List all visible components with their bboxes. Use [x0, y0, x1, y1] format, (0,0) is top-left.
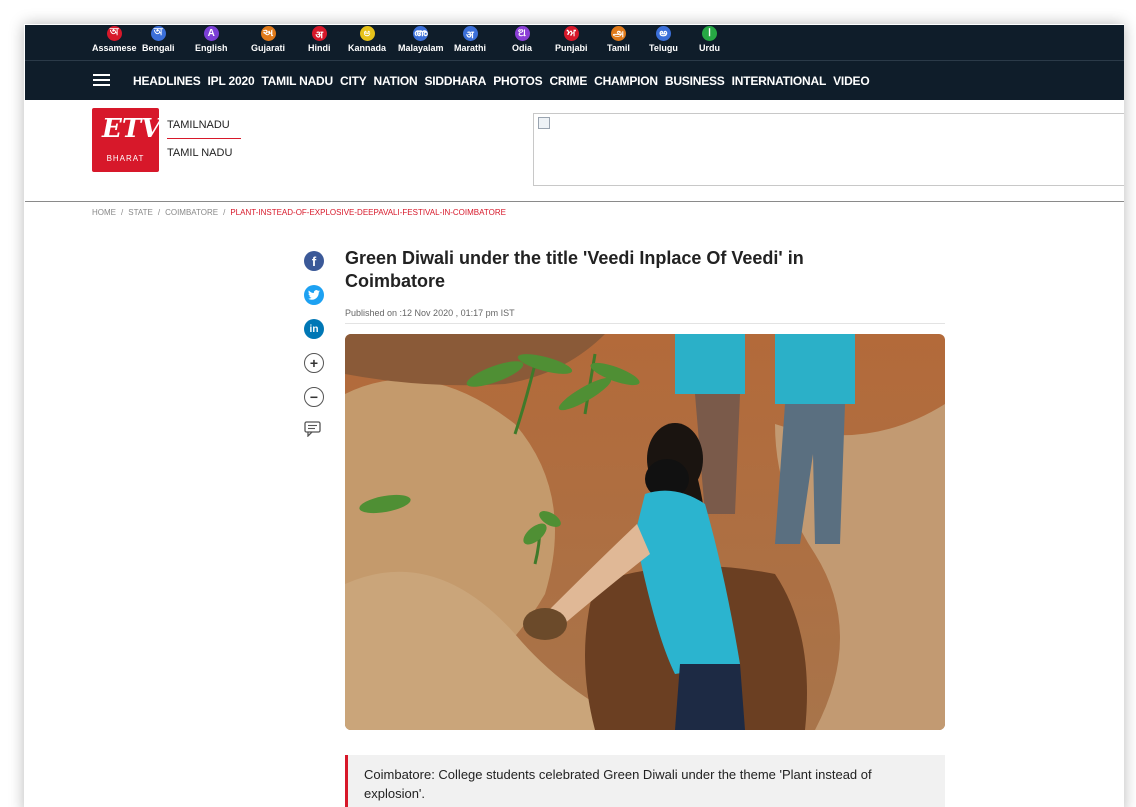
breadcrumb-coimbatore[interactable]: COIMBATORE: [165, 208, 218, 217]
language-glyph-icon: અ: [260, 26, 276, 41]
language-urdu[interactable]: ا Urdu: [699, 25, 720, 60]
language-marathi[interactable]: अ Marathi: [454, 25, 486, 60]
language-label: Telugu: [649, 43, 678, 53]
language-telugu[interactable]: అ Telugu: [649, 25, 678, 60]
nav-items: HEADLINES IPL 2020 TAMIL NADU CITY NATION SID…: [133, 61, 876, 101]
zoom-in-icon[interactable]: +: [304, 353, 324, 373]
language-tamil[interactable]: அ Tamil: [607, 25, 630, 60]
logo-subtext: BHARAT: [106, 154, 145, 163]
language-label: Gujarati: [251, 43, 286, 53]
language-kannada[interactable]: ಅ Kannada: [348, 25, 386, 60]
language-glyph-icon: அ: [610, 26, 626, 41]
nav-item-photos[interactable]: PHOTOS: [493, 74, 542, 88]
etv-bharat-logo[interactable]: ETV BHARAT: [92, 108, 162, 172]
language-label: Urdu: [699, 43, 720, 53]
nav-item-video[interactable]: VIDEO: [833, 74, 870, 88]
state-divider: [167, 138, 241, 139]
language-label: Assamese: [92, 43, 137, 53]
language-label: Hindi: [308, 43, 331, 53]
language-glyph-icon: అ: [655, 26, 671, 41]
breadcrumb-home[interactable]: HOME: [92, 208, 116, 217]
twitter-icon[interactable]: [304, 285, 324, 305]
language-glyph-icon: ଅ: [514, 26, 530, 41]
article-title: Green Diwali under the title 'Veedi Inpl…: [345, 248, 804, 291]
broken-image-icon: [538, 117, 550, 129]
nav-item-headlines[interactable]: HEADLINES: [133, 74, 201, 88]
nav-item-international[interactable]: INTERNATIONAL: [732, 74, 827, 88]
language-label: Punjabi: [555, 43, 588, 53]
language-label: Bengali: [142, 43, 175, 53]
breadcrumb: HOME / STATE / COIMBATORE / PLANT-INSTEAD-OF-E…: [92, 208, 506, 217]
facebook-icon[interactable]: f: [304, 251, 324, 271]
main-nav: HEADLINES IPL 2020 TAMIL NADU CITY NATION SID…: [25, 60, 1124, 100]
breadcrumb-current: PLANT-INSTEAD-OF-EXPLOSIVE-DEEPAVALI-FES…: [230, 208, 506, 217]
language-glyph-icon: ਅ: [563, 26, 579, 41]
browser-page: অ Assamese অ Bengali A English અ Gujarati अ Hindi…: [24, 24, 1124, 807]
language-bar: অ Assamese অ Bengali A English અ Gujarati अ Hindi…: [25, 25, 1124, 60]
article-photo-illustration: [345, 334, 945, 730]
language-glyph-icon: अ: [311, 26, 327, 41]
state-name[interactable]: TAMIL NADU: [167, 147, 232, 159]
nav-item-siddhara[interactable]: SIDDHARA: [424, 74, 486, 88]
nav-item-crime[interactable]: CRIME: [549, 74, 587, 88]
language-glyph-icon: অ: [150, 26, 166, 41]
language-english[interactable]: A English: [195, 25, 228, 60]
nav-item-ipl-2020[interactable]: IPL 2020: [208, 74, 255, 88]
language-label: Tamil: [607, 43, 630, 53]
comment-icon[interactable]: [304, 421, 322, 438]
language-malayalam[interactable]: അ Malayalam: [398, 25, 444, 60]
language-glyph-icon: ا: [702, 26, 717, 41]
language-odia[interactable]: ଅ Odia: [512, 25, 532, 60]
language-label: Marathi: [454, 43, 487, 53]
nav-item-business[interactable]: BUSINESS: [665, 74, 725, 88]
language-assamese[interactable]: অ Assamese: [92, 25, 137, 60]
title-divider: [345, 323, 945, 324]
language-glyph-icon: अ: [462, 26, 478, 41]
language-glyph-icon: অ: [106, 26, 122, 41]
language-label: Malayalam: [398, 43, 444, 53]
language-punjabi[interactable]: ਅ Punjabi: [555, 25, 588, 60]
logo-text: ETV: [102, 114, 162, 144]
zoom-out-icon[interactable]: −: [304, 387, 324, 407]
breadcrumb-separator: /: [157, 208, 161, 217]
linkedin-icon[interactable]: in: [304, 319, 324, 339]
language-label: English: [195, 43, 228, 53]
breadcrumb-separator: /: [223, 208, 226, 217]
state-label[interactable]: TAMILNADU: [167, 119, 230, 131]
breadcrumb-separator: /: [121, 208, 124, 217]
nav-item-city[interactable]: CITY: [340, 74, 367, 88]
language-label: Kannada: [348, 43, 387, 53]
language-bengali[interactable]: অ Bengali: [142, 25, 175, 60]
header-divider: [25, 201, 1124, 202]
ad-banner[interactable]: [533, 113, 1124, 186]
nav-item-tamil-nadu[interactable]: TAMIL NADU: [261, 74, 333, 88]
language-label: Odia: [512, 43, 533, 53]
nav-item-champion[interactable]: CHAMPION: [594, 74, 658, 88]
published-date: Published on :12 Nov 2020 , 01:17 pm IST: [345, 308, 515, 318]
share-toolbar: f in + −: [304, 251, 326, 438]
language-hindi[interactable]: अ Hindi: [308, 25, 331, 60]
language-glyph-icon: A: [203, 26, 219, 41]
article-summary: Coimbatore: College students celebrated …: [345, 755, 945, 807]
language-gujarati[interactable]: અ Gujarati: [251, 25, 285, 60]
article-photo[interactable]: [345, 334, 945, 730]
hamburger-menu-icon[interactable]: [93, 74, 110, 86]
nav-item-nation[interactable]: NATION: [374, 74, 418, 88]
language-glyph-icon: ಅ: [359, 26, 375, 41]
language-glyph-icon: അ: [413, 26, 429, 41]
breadcrumb-state[interactable]: STATE: [128, 208, 153, 217]
